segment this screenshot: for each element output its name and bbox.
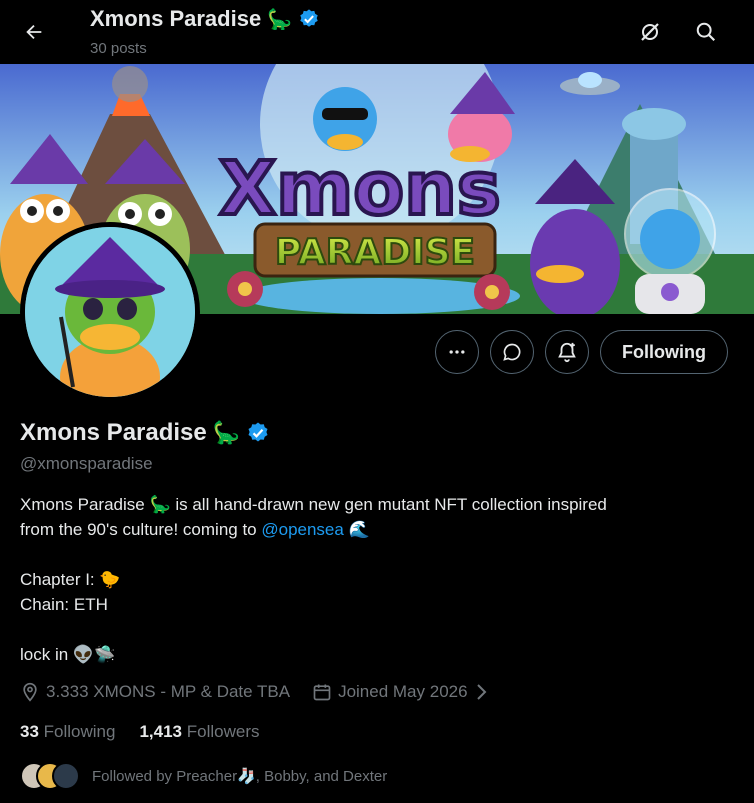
arrow-left-icon [26,24,42,40]
followers-link[interactable]: 1,413 Followers [139,722,259,742]
followed-by[interactable]: Followed by Preacher🧦, Bobby, and Dexter [20,762,387,790]
search-icon [696,22,716,42]
followers-count: 1,413 [139,722,183,741]
sock-emoji: 🧦 [237,768,256,785]
location-item: 3.333 XMONS - MP & Date TBA [20,682,290,702]
following-link[interactable]: 33 Following [20,722,115,742]
bell-plus-icon [558,342,576,363]
bio-spacer [20,542,720,567]
avatar [52,762,80,790]
bio-line: from the 90's culture! coming to @opense… [20,517,720,542]
banner-logo-title: Xmons [219,146,501,232]
followed-by-prefix: Followed by Preacher [92,768,238,785]
bio-spacer [20,617,720,642]
following-count: 33 [20,722,39,741]
profile-display-name: Xmons Paradise [20,419,207,446]
following-button[interactable]: Following [600,330,728,374]
dinosaur-emoji: 🦕 [149,495,171,514]
profile-handle: @xmonsparadise [20,454,153,473]
location-pin-icon [23,682,37,702]
avatar-illustration [25,227,195,397]
wave-emoji: 🌊 [343,520,370,539]
post-count: 30 posts [90,40,147,57]
following-label: Following [43,722,116,741]
bio-line: Chapter I: 🐤 [20,570,121,589]
bio-text: is all hand-drawn new gen mutant NFT col… [170,495,607,514]
top-bar: Xmons Paradise 🦕 30 posts [0,0,754,64]
profile-name: Xmons Paradise 🦕 [20,419,270,447]
calendar-icon [313,684,331,701]
bio-line: Chain: ETH [20,595,108,614]
dinosaur-emoji: 🦕 [212,420,241,445]
more-button[interactable] [435,330,479,374]
profile-avatar[interactable] [20,222,200,402]
message-icon [503,343,521,361]
grok-button[interactable] [632,14,668,50]
joined-text: Joined May 2026 [338,682,468,701]
profile-meta: 3.333 XMONS - MP & Date TBA Joined May 2… [20,682,488,702]
follow-stats: 33 Following 1,413 Followers [20,722,260,742]
message-button[interactable] [490,330,534,374]
grok-icon [641,23,659,41]
back-button[interactable] [16,14,52,50]
header-name: Xmons Paradise [90,6,262,31]
verified-badge-icon [300,9,318,27]
bio-text: from the 90's culture! coming to [20,520,262,539]
location-text: 3.333 XMONS - MP & Date TBA [46,682,291,701]
banner-logo-subtitle: PARADISE [275,232,475,273]
followed-by-text: Followed by Preacher🧦, Bobby, and Dexter [92,767,387,785]
followed-by-rest: , Bobby, and Dexter [255,768,388,785]
follower-avatars [20,762,82,790]
more-icon [449,350,465,354]
bio-text: Xmons Paradise [20,495,150,514]
opensea-mention-link[interactable]: @opensea [261,520,344,539]
profile-bio: Xmons Paradise 🦕 is all hand-drawn new g… [20,492,720,667]
search-button[interactable] [688,14,724,50]
header-title: Xmons Paradise 🦕 [90,6,320,32]
joined-item[interactable]: Joined May 2026 [312,682,487,702]
chevron-right-icon [476,684,486,700]
dinosaur-emoji: 🦕 [267,8,293,31]
bio-line: lock in 👽🛸 [20,645,116,664]
notifications-button[interactable] [545,330,589,374]
followers-label: Followers [186,722,260,741]
bio-line: Xmons Paradise 🦕 is all hand-drawn new g… [20,492,720,517]
verified-badge-icon[interactable] [246,421,270,445]
